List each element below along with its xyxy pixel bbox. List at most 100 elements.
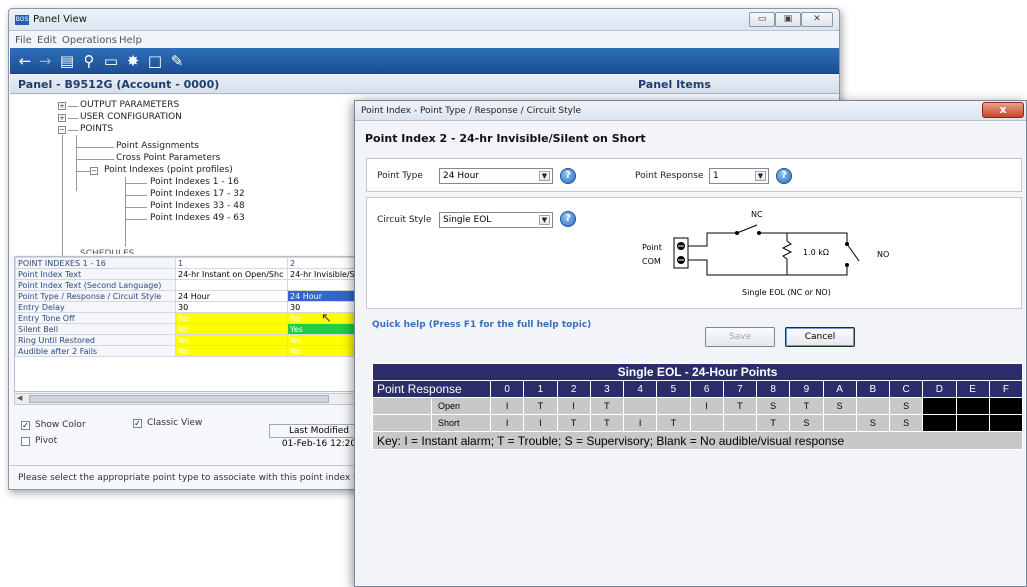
quick-help-link[interactable]: Quick help (Press F1 for the full help t… — [372, 320, 591, 330]
chevron-down-icon[interactable]: ▼ — [755, 171, 766, 181]
panel-header: Panel - B9512G (Account - 0000) Panel It… — [10, 75, 839, 94]
response-cell: T — [722, 397, 758, 415]
grid-cell[interactable]: 24-hr Invisible/S — [287, 268, 363, 280]
collapse-toggle[interactable]: − — [58, 126, 66, 134]
response-cell-unused — [922, 397, 957, 415]
grid-cell[interactable]: No — [175, 334, 288, 346]
circuit-style-label: Circuit Style — [377, 215, 432, 225]
point-index-dialog: Point Index - Point Type / Response / Ci… — [354, 100, 1027, 587]
no-label: NO — [877, 250, 889, 259]
tree-point-indexes-33-48[interactable]: Point Indexes 33 - 48 — [150, 201, 245, 211]
expand-toggle[interactable]: + — [58, 102, 66, 110]
circuit-style-select[interactable]: Single EOL ▼ — [439, 212, 553, 228]
tree-point-indexes-17-32[interactable]: Point Indexes 17 - 32 — [150, 189, 245, 199]
dialog-title-bar[interactable]: Point Index - Point Type / Response / Ci… — [355, 101, 1026, 121]
point-type-group: Point Type 24 Hour ▼ ? Point Response 1 … — [366, 158, 1022, 192]
grid-cell[interactable]: 30 — [175, 301, 288, 313]
tree-user-configuration[interactable]: USER CONFIGURATION — [80, 112, 182, 122]
grid-column-header: 1 — [175, 257, 288, 269]
point-type-select[interactable]: 24 Hour ▼ — [439, 168, 553, 184]
expand-toggle[interactable]: + — [58, 114, 66, 122]
grid-cell[interactable] — [175, 279, 288, 291]
preview-icon[interactable]: ▤ — [58, 52, 76, 70]
title-bar[interactable]: BOS Panel View ▭ ▣ ✕ — [9, 9, 839, 31]
response-cell: I — [556, 397, 591, 415]
tree-points[interactable]: POINTS — [80, 124, 113, 134]
horizontal-scrollbar[interactable]: ◀ — [14, 393, 364, 405]
help-icon[interactable]: ? — [776, 168, 792, 184]
diagram-caption: Single EOL (NC or NO) — [742, 288, 831, 297]
scroll-left-icon[interactable]: ◀ — [17, 394, 22, 402]
response-column-header: 2 — [556, 380, 591, 398]
pivot-checkbox[interactable] — [21, 437, 30, 446]
document-icon[interactable]: □ — [146, 52, 164, 70]
response-table-title: Single EOL - 24-Hour Points — [372, 363, 1023, 381]
response-cell — [722, 414, 758, 432]
classic-view-checkbox[interactable]: ✓ — [133, 419, 142, 428]
response-column-header: 1 — [523, 380, 558, 398]
grid-cell[interactable]: 24-hr Instant on Open/Shc — [175, 268, 288, 280]
back-arrow-icon[interactable]: ← — [16, 52, 34, 70]
grid-cell[interactable]: 24 Hour — [175, 290, 288, 302]
point-type-value: 24 Hour — [443, 171, 479, 181]
grid-row-label: Ring Until Restored — [15, 334, 176, 346]
window-title: Panel View — [33, 14, 87, 25]
grid-column-header: 2 — [287, 257, 363, 269]
collapse-toggle[interactable]: − — [90, 167, 98, 175]
status-text: Please select the appropriate point type… — [18, 473, 401, 483]
close-button[interactable]: ✕ — [801, 12, 833, 27]
tools-icon[interactable]: ✸ — [124, 52, 142, 70]
show-color-checkbox[interactable]: ✓ — [21, 421, 30, 430]
menu-operations[interactable]: Operations — [62, 35, 117, 46]
tree-point-assignments[interactable]: Point Assignments — [116, 141, 199, 151]
response-cell: S — [888, 414, 924, 432]
help-icon[interactable]: ? — [560, 168, 576, 184]
tree-point-indexes-1-16[interactable]: Point Indexes 1 - 16 — [150, 177, 239, 187]
dialog-heading: Point Index 2 - 24-hr Invisible/Silent o… — [365, 132, 646, 145]
grid-cell[interactable]: No — [175, 312, 288, 324]
menu-edit[interactable]: Edit — [37, 35, 56, 46]
tree-point-indexes[interactable]: Point Indexes (point profiles) — [104, 165, 233, 175]
minimize-button[interactable]: ▭ — [749, 12, 775, 27]
response-cell: T — [656, 414, 691, 432]
response-column-header: A — [822, 380, 857, 398]
menu-help[interactable]: Help — [119, 35, 142, 46]
grid-cell[interactable]: No — [175, 345, 288, 357]
grid-cell[interactable]: No — [287, 345, 363, 357]
grid-cell[interactable]: No — [287, 334, 363, 346]
help-icon[interactable]: ? — [560, 211, 576, 227]
cancel-button[interactable]: Cancel — [785, 327, 855, 347]
scrollbar-thumb[interactable] — [29, 395, 329, 403]
grid-cell[interactable]: No — [175, 323, 288, 335]
response-cell: T — [789, 397, 824, 415]
response-cell — [656, 397, 691, 415]
dialog-close-button[interactable]: x — [982, 102, 1024, 118]
point-response-value: 1 — [713, 171, 719, 181]
grid-cell-selected[interactable]: 24 Hour — [287, 290, 363, 302]
response-cell: S — [822, 397, 857, 415]
menu-bar: File Edit Operations Help — [9, 32, 839, 48]
tree-point-indexes-49-63[interactable]: Point Indexes 49 - 63 — [150, 213, 245, 223]
response-cell: T — [755, 414, 791, 432]
tree-cross-point-parameters[interactable]: Cross Point Parameters — [116, 153, 220, 163]
pivot-label: Pivot — [35, 436, 58, 446]
response-cell — [855, 397, 891, 415]
maximize-button[interactable]: ▣ — [775, 12, 801, 27]
save-button[interactable]: Save — [705, 327, 775, 347]
response-cell: T — [556, 414, 591, 432]
mouse-cursor-icon: ↖ — [321, 311, 332, 326]
grid-cell[interactable] — [287, 279, 363, 291]
chevron-down-icon[interactable]: ▼ — [539, 171, 550, 181]
edit-document-icon[interactable]: ✎ — [168, 52, 186, 70]
point-response-select[interactable]: 1 ▼ — [709, 168, 769, 184]
circuit-diagram: NC NO Point COM 1.0 kΩ Single EOL (NC or… — [642, 210, 889, 297]
page-security-icon[interactable]: ▭ — [102, 52, 120, 70]
chevron-down-icon[interactable]: ▼ — [539, 215, 550, 225]
search-icon[interactable]: ⚲ — [80, 52, 98, 70]
tree-schedules[interactable]: SCHEDULES — [80, 249, 134, 254]
forward-arrow-icon[interactable]: → — [36, 52, 54, 70]
grid-row-label: Silent Bell — [15, 323, 176, 335]
tree-output-parameters[interactable]: OUTPUT PARAMETERS — [80, 100, 179, 110]
menu-file[interactable]: File — [15, 35, 32, 46]
response-row-label: Short — [431, 414, 491, 432]
